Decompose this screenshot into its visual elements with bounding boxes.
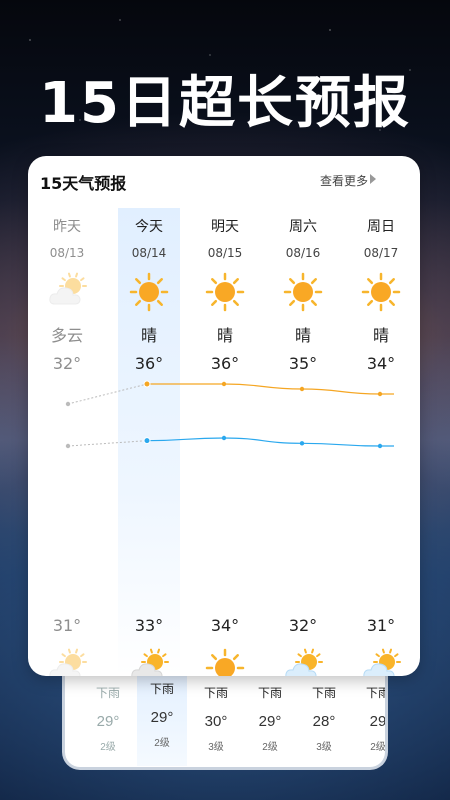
back-level: 3级	[208, 742, 224, 753]
back-weather: 下雨	[257, 686, 282, 700]
high-temp-point	[377, 391, 383, 397]
past-line-segment	[67, 440, 148, 447]
back-column: 下雨 29° 2级	[245, 674, 295, 753]
sun-icon	[283, 272, 323, 312]
low-temp-point	[143, 437, 151, 445]
high-temp-point	[299, 386, 305, 392]
back-level: 2级	[100, 742, 116, 753]
back-column: 下雨 29 2级	[353, 674, 388, 753]
high-temp: 34°	[366, 354, 396, 373]
cloud-sun-icon	[129, 648, 169, 676]
low-temp: 31°	[366, 616, 396, 635]
low-temp-point	[377, 443, 383, 449]
day-column[interactable]: 周日08/17晴34°31°多云东北风2级优	[350, 208, 412, 676]
low-temp-point	[65, 443, 71, 449]
cloud-sun-icon	[47, 272, 87, 312]
high-temp: 36°	[210, 354, 240, 373]
day-weather: 多云	[50, 326, 83, 345]
day-weather: 晴	[140, 326, 157, 345]
back-weather: 下雨	[95, 686, 120, 700]
back-temp: 29°	[96, 713, 120, 730]
forecast-card: 15天气预报 查看更多 昨天08/13多云32°31°多云东北风2级优今天08/…	[28, 156, 420, 676]
day-date: 08/17	[363, 246, 399, 260]
day-weather: 晴	[216, 326, 233, 345]
day-date: 08/14	[131, 246, 167, 260]
low-temp: 32°	[288, 616, 318, 635]
back-temp: 29	[369, 713, 387, 730]
day-weather: 晴	[372, 326, 389, 345]
back-temp: 30°	[204, 713, 228, 730]
back-temp: 29°	[150, 709, 174, 726]
cloud-sun-icon	[283, 648, 323, 676]
back-level: 2级	[262, 742, 278, 753]
back-weather: 下雨	[311, 686, 336, 700]
day-label: 明天	[211, 219, 239, 235]
back-temp: 28°	[312, 713, 336, 730]
day-column[interactable]: 今天08/14晴36°33°多云东北风2级优	[118, 208, 180, 676]
day-column[interactable]: 昨天08/13多云32°31°多云东北风2级优	[36, 208, 98, 676]
low-temp: 34°	[210, 616, 240, 635]
sun-icon	[129, 272, 169, 312]
sun-icon	[205, 648, 245, 676]
low-temp-point	[299, 441, 305, 446]
cloud-sun-icon	[47, 648, 87, 676]
day-column[interactable]: 周六08/16晴35°32°多云东北风2级优	[272, 208, 334, 676]
high-temp-point	[143, 380, 151, 388]
back-level: 3级	[316, 742, 332, 753]
day-column[interactable]: 明天08/15晴36°34°晴东北风2级优	[194, 208, 256, 676]
headline: 15日超长预报	[39, 71, 411, 136]
low-temp: 33°	[134, 616, 164, 635]
high-temp-point	[221, 381, 227, 387]
high-temp: 35°	[288, 354, 318, 373]
low-temp-line	[146, 437, 394, 447]
back-temp: 29°	[258, 713, 282, 730]
back-column: 下雨 29° 2级	[83, 674, 133, 753]
back-column: 下雨 30° 3级	[191, 674, 241, 753]
day-label: 今天	[135, 219, 163, 235]
day-date: 08/15	[207, 246, 243, 260]
day-weather: 晴	[294, 326, 311, 345]
back-weather: 下雨	[203, 686, 228, 700]
back-weather: 下雨	[365, 686, 388, 700]
back-weather: 下雨	[149, 682, 174, 696]
day-label: 周日	[367, 219, 395, 235]
sun-icon	[205, 272, 245, 312]
high-temp: 36°	[134, 354, 164, 373]
past-line-segment	[67, 383, 148, 405]
high-temp: 32°	[52, 354, 82, 373]
high-temp-point	[65, 401, 71, 407]
back-column: 下雨 28° 3级	[299, 674, 349, 753]
day-label: 周六	[289, 219, 317, 235]
back-level: 2级	[154, 738, 170, 749]
back-column: 下雨 29° 2级	[137, 670, 187, 766]
day-date: 08/13	[49, 246, 85, 260]
low-temp-point	[221, 435, 227, 441]
high-temp-line	[147, 383, 394, 395]
sun-icon	[361, 272, 401, 312]
low-temp: 31°	[52, 616, 82, 635]
day-label: 昨天	[53, 219, 81, 235]
back-level: 2级	[370, 742, 386, 753]
day-date: 08/16	[285, 246, 321, 260]
cloud-sun-icon	[361, 648, 401, 676]
